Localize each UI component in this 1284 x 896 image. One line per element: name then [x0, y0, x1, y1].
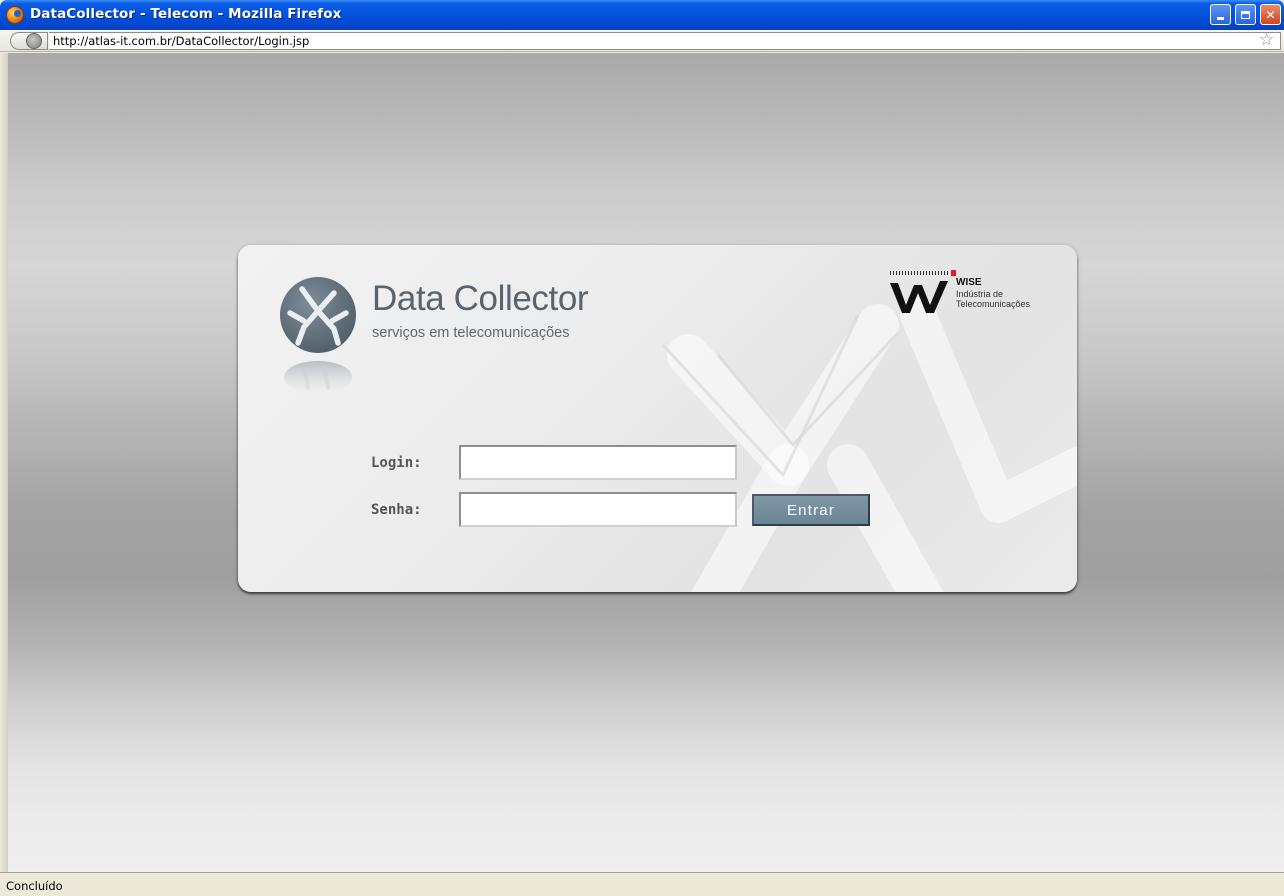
window-titlebar[interactable]: DataCollector - Telecom - Mozilla Firefo…: [0, 0, 1284, 30]
brand-subtitle: serviços em telecomunicações: [372, 325, 570, 341]
bookmark-star-icon[interactable]: ☆: [1259, 31, 1274, 50]
partner-dots-icon: [890, 270, 956, 276]
restore-button[interactable]: [1235, 4, 1256, 25]
firefox-icon: [6, 6, 24, 24]
login-label: Login:: [371, 455, 422, 471]
minimize-icon: [1217, 17, 1224, 20]
close-button[interactable]: ✕: [1260, 4, 1281, 25]
data-collector-logo-icon: [280, 277, 356, 393]
submit-button[interactable]: Entrar: [752, 494, 870, 526]
password-label: Senha:: [371, 502, 422, 518]
partner-name: WISE: [956, 277, 982, 288]
wise-logo-icon: [890, 281, 948, 313]
minimize-button[interactable]: [1210, 4, 1231, 25]
login-panel: Data Collector serviços em telecomunicaç…: [238, 245, 1077, 592]
status-bar: Concluído: [0, 872, 1284, 896]
partner-logo: WISE Indústria de Telecomunicações: [888, 267, 1058, 317]
password-input[interactable]: [459, 492, 737, 527]
address-bar: http://atlas-it.com.br/DataCollector/Log…: [0, 30, 1284, 52]
restore-icon: [1241, 10, 1250, 19]
page-content: Data Collector serviços em telecomunicaç…: [8, 53, 1284, 872]
partner-tagline-1: Indústria de: [956, 289, 1004, 299]
window-left-border: [0, 53, 8, 872]
partner-tagline-2: Telecomunicações: [956, 299, 1031, 309]
login-input[interactable]: [459, 445, 737, 480]
globe-icon: [26, 33, 42, 49]
status-text: Concluído: [6, 879, 63, 893]
brand-title: Data Collector: [372, 279, 589, 318]
window-title: DataCollector - Telecom - Mozilla Firefo…: [30, 6, 342, 22]
url-input[interactable]: http://atlas-it.com.br/DataCollector/Log…: [49, 32, 1281, 50]
close-icon: ✕: [1265, 7, 1276, 22]
